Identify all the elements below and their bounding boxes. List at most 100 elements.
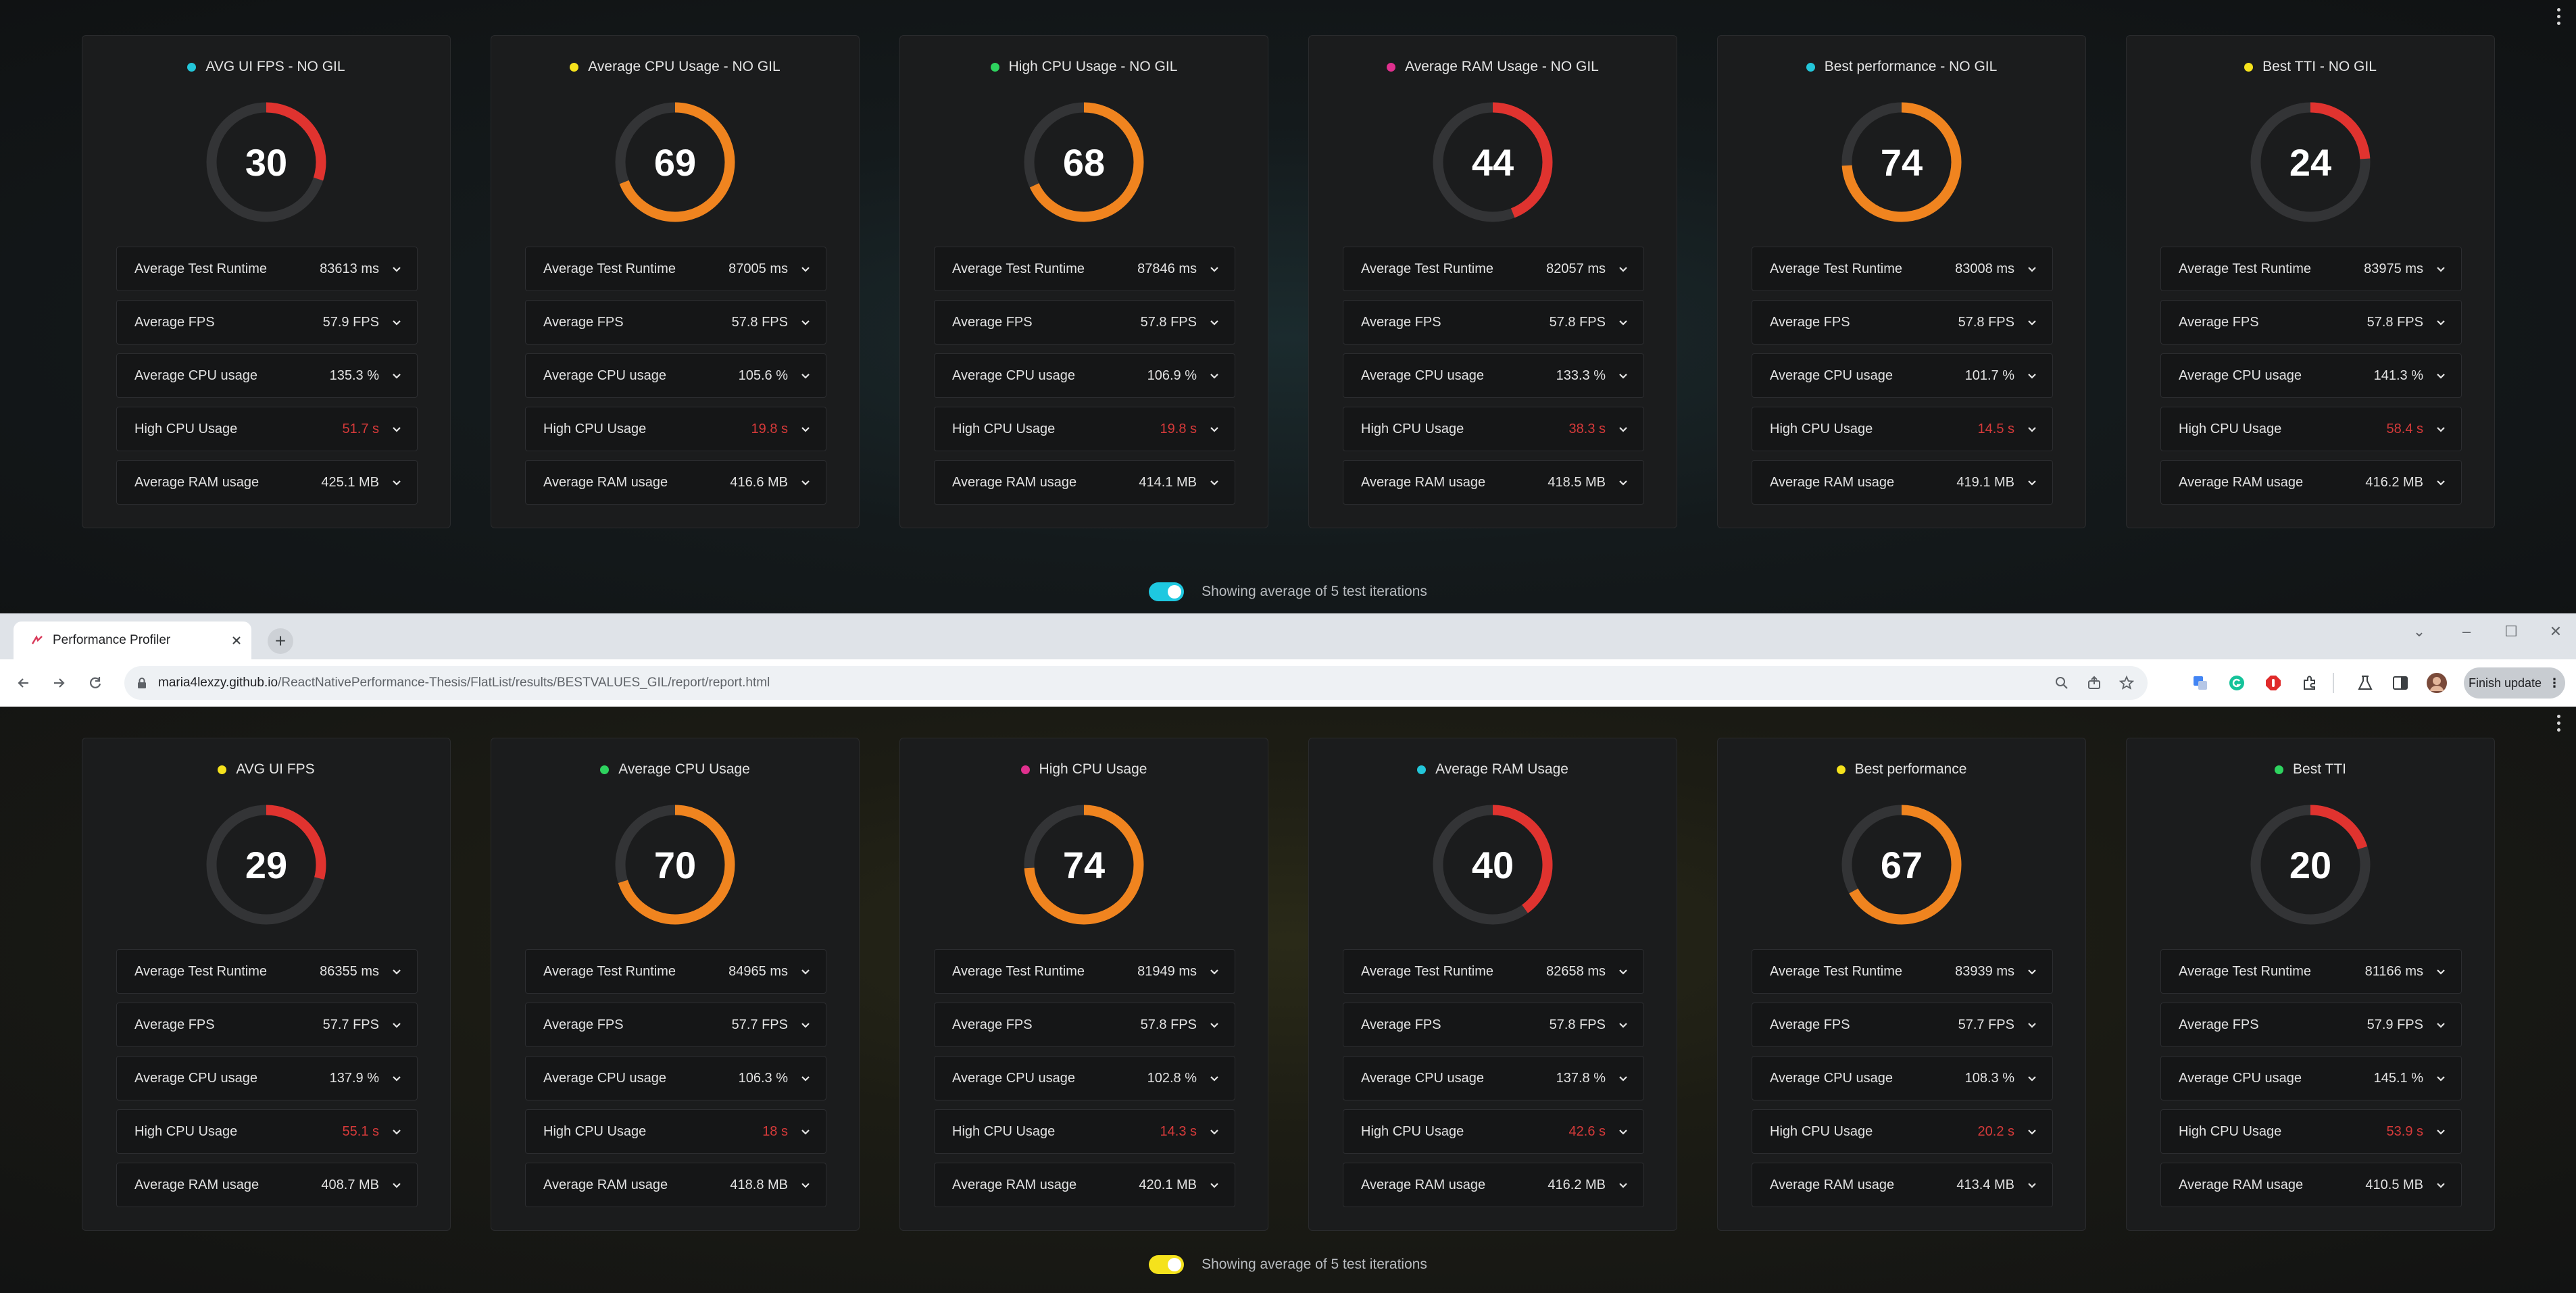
metric-row[interactable]: Average FPS 57.8 FPS <box>2160 300 2462 345</box>
chevron-down-icon[interactable] <box>2435 370 2446 381</box>
metric-row[interactable]: Average Test Runtime 87846 ms <box>934 247 1235 291</box>
chevron-down-icon[interactable] <box>800 1180 811 1190</box>
chevron-down-icon[interactable] <box>391 317 402 328</box>
chevron-down-icon[interactable] <box>1209 1180 1220 1190</box>
metric-row[interactable]: Average CPU usage 106.9 % <box>934 353 1235 398</box>
kebab-menu-icon[interactable] <box>2550 709 2567 736</box>
chevron-down-icon[interactable] <box>1209 966 1220 977</box>
metric-row[interactable]: Average CPU usage 137.8 % <box>1343 1056 1644 1100</box>
metric-row[interactable]: Average RAM usage 413.4 MB <box>1752 1163 2053 1207</box>
metric-row[interactable]: Average CPU usage 145.1 % <box>2160 1056 2462 1100</box>
chevron-down-icon[interactable] <box>2027 263 2037 274</box>
metric-row[interactable]: Average Test Runtime 86355 ms <box>116 949 418 994</box>
metric-row[interactable]: High CPU Usage 53.9 s <box>2160 1109 2462 1154</box>
tab-performance-profiler[interactable]: Performance Profiler <box>14 622 251 659</box>
chevron-down-icon[interactable] <box>800 263 811 274</box>
metric-row[interactable]: Average FPS 57.7 FPS <box>1752 1003 2053 1047</box>
chevron-down-icon[interactable] <box>2027 370 2037 381</box>
metric-row[interactable]: High CPU Usage 20.2 s <box>1752 1109 2053 1154</box>
metric-row[interactable]: Average CPU usage 106.3 % <box>525 1056 826 1100</box>
metric-row[interactable]: Average RAM usage 416.2 MB <box>1343 1163 1644 1207</box>
iterations-toggle[interactable] <box>1149 582 1185 601</box>
metric-row[interactable]: Average RAM usage 416.2 MB <box>2160 460 2462 505</box>
metric-row[interactable]: Average CPU usage 105.6 % <box>525 353 826 398</box>
metric-row[interactable]: Average Test Runtime 87005 ms <box>525 247 826 291</box>
chevron-down-icon[interactable] <box>391 424 402 434</box>
chevron-down-icon[interactable] <box>391 1126 402 1137</box>
metric-row[interactable]: Average FPS 57.8 FPS <box>1343 1003 1644 1047</box>
forward-icon[interactable] <box>47 671 70 694</box>
share-icon[interactable] <box>2087 676 2102 690</box>
chevron-down-icon[interactable] <box>391 1180 402 1190</box>
metric-row[interactable]: Average FPS 57.7 FPS <box>116 1003 418 1047</box>
chevron-down-icon[interactable] <box>2027 317 2037 328</box>
metric-row[interactable]: Average CPU usage 133.3 % <box>1343 353 1644 398</box>
chevron-down-icon[interactable] <box>2435 1073 2446 1084</box>
metric-row[interactable]: Average FPS 57.8 FPS <box>1343 300 1644 345</box>
metric-row[interactable]: Average RAM usage 416.6 MB <box>525 460 826 505</box>
chevron-down-icon[interactable] <box>391 263 402 274</box>
chevron-down-icon[interactable] <box>1209 1073 1220 1084</box>
chevron-down-icon[interactable] <box>2435 1180 2446 1190</box>
translate-icon[interactable] <box>2189 672 2211 694</box>
chevron-down-icon[interactable] <box>2435 263 2446 274</box>
chevron-down-icon[interactable] <box>1618 1019 1629 1030</box>
chevron-down-icon[interactable] <box>1209 317 1220 328</box>
chevron-down-icon[interactable] <box>1209 370 1220 381</box>
chevron-down-icon[interactable] <box>1618 1126 1629 1137</box>
metric-row[interactable]: Average CPU usage 108.3 % <box>1752 1056 2053 1100</box>
chevron-down-icon[interactable] <box>2027 1126 2037 1137</box>
chevron-down-icon[interactable] <box>800 966 811 977</box>
lock-icon[interactable] <box>137 677 147 689</box>
metric-row[interactable]: Average FPS 57.7 FPS <box>525 1003 826 1047</box>
metric-row[interactable]: High CPU Usage 19.8 s <box>934 407 1235 451</box>
chevron-down-icon[interactable] <box>2027 424 2037 434</box>
chevron-down-icon[interactable] <box>1618 1073 1629 1084</box>
kebab-menu-icon[interactable] <box>2550 3 2567 30</box>
chevron-down-icon[interactable] <box>1209 477 1220 488</box>
tab-search-icon[interactable]: ⌄ <box>2399 623 2439 640</box>
metric-row[interactable]: Average RAM usage 425.1 MB <box>116 460 418 505</box>
chevron-down-icon[interactable] <box>1618 1180 1629 1190</box>
chevron-down-icon[interactable] <box>2435 424 2446 434</box>
chevron-down-icon[interactable] <box>1209 1126 1220 1137</box>
metric-row[interactable]: Average RAM usage 418.8 MB <box>525 1163 826 1207</box>
metric-row[interactable]: Average CPU usage 102.8 % <box>934 1056 1235 1100</box>
minimize-window-button[interactable]: – <box>2446 623 2487 640</box>
new-tab-button[interactable]: + <box>268 628 293 654</box>
adblock-icon[interactable] <box>2262 672 2284 694</box>
chevron-down-icon[interactable] <box>800 1019 811 1030</box>
close-tab-icon[interactable] <box>231 635 242 646</box>
metric-row[interactable]: Average FPS 57.8 FPS <box>525 300 826 345</box>
chevron-down-icon[interactable] <box>2027 1019 2037 1030</box>
metric-row[interactable]: High CPU Usage 18 s <box>525 1109 826 1154</box>
reload-icon[interactable] <box>84 671 107 694</box>
metric-row[interactable]: Average CPU usage 135.3 % <box>116 353 418 398</box>
chevron-down-icon[interactable] <box>2435 477 2446 488</box>
chevron-down-icon[interactable] <box>1618 263 1629 274</box>
metric-row[interactable]: High CPU Usage 19.8 s <box>525 407 826 451</box>
address-bar[interactable]: maria4lexzy.github.io/ReactNativePerform… <box>124 666 2148 700</box>
extensions-icon[interactable] <box>2299 672 2321 694</box>
chevron-down-icon[interactable] <box>1618 477 1629 488</box>
metric-row[interactable]: Average RAM usage 420.1 MB <box>934 1163 1235 1207</box>
metric-row[interactable]: Average Test Runtime 81949 ms <box>934 949 1235 994</box>
metric-row[interactable]: Average RAM usage 410.5 MB <box>2160 1163 2462 1207</box>
metric-row[interactable]: Average RAM usage 414.1 MB <box>934 460 1235 505</box>
chevron-down-icon[interactable] <box>2027 477 2037 488</box>
chevron-down-icon[interactable] <box>2027 1073 2037 1084</box>
iterations-toggle[interactable] <box>1149 1255 1185 1274</box>
chevron-down-icon[interactable] <box>1209 263 1220 274</box>
metric-row[interactable]: Average RAM usage 408.7 MB <box>116 1163 418 1207</box>
metric-row[interactable]: High CPU Usage 51.7 s <box>116 407 418 451</box>
chevron-down-icon[interactable] <box>391 1073 402 1084</box>
metric-row[interactable]: High CPU Usage 42.6 s <box>1343 1109 1644 1154</box>
chevron-down-icon[interactable] <box>800 477 811 488</box>
metric-row[interactable]: High CPU Usage 58.4 s <box>2160 407 2462 451</box>
metric-row[interactable]: Average FPS 57.9 FPS <box>2160 1003 2462 1047</box>
chevron-down-icon[interactable] <box>2027 1180 2037 1190</box>
zoom-icon[interactable] <box>2054 676 2069 690</box>
metric-row[interactable]: High CPU Usage 14.3 s <box>934 1109 1235 1154</box>
chevron-down-icon[interactable] <box>391 966 402 977</box>
metric-row[interactable]: Average FPS 57.9 FPS <box>116 300 418 345</box>
